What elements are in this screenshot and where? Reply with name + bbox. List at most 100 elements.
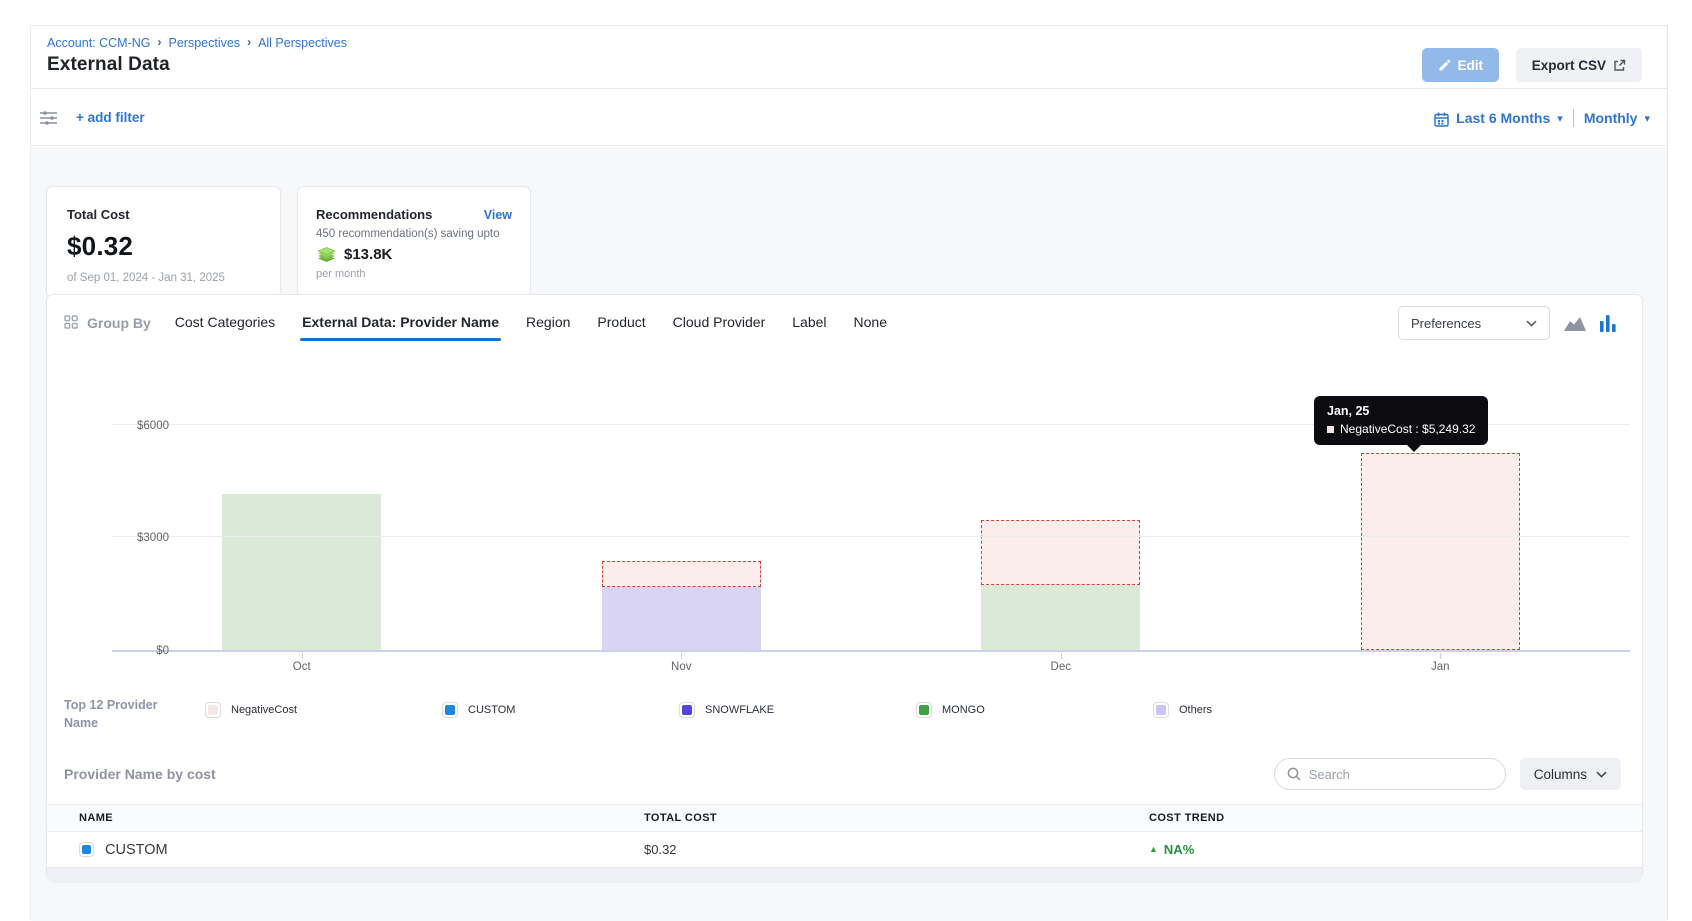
column-header-name: NAME <box>79 812 644 824</box>
legend-swatch-icon <box>205 702 221 718</box>
chart-slot-dec <box>871 381 1251 650</box>
y-axis-tick-label: $3000 <box>124 532 169 544</box>
tooltip-series-bullet-icon <box>1327 426 1334 433</box>
legend-items: NegativeCost CUSTOM SNOWFLAKE MONGO Others <box>182 702 1390 718</box>
caret-down-icon: ▾ <box>1644 112 1650 125</box>
tab-external-data-provider-name[interactable]: External Data: Provider Name <box>302 314 499 332</box>
bar-segment-mongo[interactable] <box>981 585 1140 650</box>
column-header-cost-trend: COST TREND <box>1149 812 1642 824</box>
tooltip-title: Jan, 25 <box>1327 404 1475 418</box>
legend-item-mongo[interactable]: MONGO <box>916 702 1153 718</box>
chart-legend: Top 12 Provider Name NegativeCost CUSTOM S… <box>47 684 1642 732</box>
legend-swatch-icon <box>679 702 695 718</box>
breadcrumb-separator-icon: › <box>158 35 162 49</box>
preferences-dropdown[interactable]: Preferences <box>1398 306 1550 340</box>
tab-region[interactable]: Region <box>526 314 570 332</box>
legend-item-custom[interactable]: CUSTOM <box>442 702 679 718</box>
row-total-cost-cell: $0.32 <box>644 842 1149 857</box>
bar-oct <box>222 494 381 650</box>
chevron-down-icon <box>1596 771 1607 778</box>
calendar-icon <box>1434 112 1449 127</box>
chart-x-axis: OctNovDecJan <box>112 654 1630 673</box>
x-axis-label-dec: Dec <box>871 654 1251 673</box>
bar-segment-negativecost[interactable] <box>981 520 1140 585</box>
legend-swatch-icon <box>1153 702 1169 718</box>
legend-label: MONGO <box>942 704 985 716</box>
trend-up-icon: ▲ <box>1149 844 1158 854</box>
total-cost-card: Total Cost $0.32 of Sep 01, 2024 - Jan 3… <box>46 186 281 298</box>
tab-label[interactable]: Label <box>792 314 826 332</box>
add-filter-button[interactable]: + add filter <box>76 110 145 125</box>
external-link-icon <box>1613 59 1626 72</box>
caret-down-icon: ▾ <box>1557 112 1563 125</box>
total-cost-title: Total Cost <box>67 207 260 222</box>
recommendations-view-link[interactable]: View <box>484 208 512 222</box>
breadcrumb-perspectives[interactable]: Perspectives <box>169 36 241 50</box>
group-by-tabs: Cost Categories External Data: Provider N… <box>175 314 887 332</box>
table-title: Provider Name by cost <box>64 766 216 782</box>
y-axis-tick-label: $6000 <box>124 420 169 432</box>
bar-dec <box>981 520 1140 650</box>
bar-segment-mongo[interactable] <box>222 494 381 650</box>
bar-jan <box>1361 453 1520 650</box>
legend-swatch-icon <box>442 702 458 718</box>
export-csv-button[interactable]: Export CSV <box>1516 48 1642 82</box>
legend-title: Top 12 Provider Name <box>64 696 182 732</box>
tab-none[interactable]: None <box>854 314 887 332</box>
row-swatch-icon <box>79 842 94 857</box>
table-search <box>1274 758 1506 790</box>
page-title: External Data <box>47 54 170 76</box>
gridline <box>112 536 1630 537</box>
legend-item-negativecost[interactable]: NegativeCost <box>205 702 442 718</box>
recommendations-card: Recommendations View 450 recommendation(… <box>297 186 531 298</box>
table-next-row-partial <box>47 867 1642 883</box>
bar-segment-negativecost[interactable] <box>602 561 761 587</box>
group-by-row: Group By Cost Categories External Data: P… <box>47 295 1642 351</box>
date-range-dropdown[interactable]: Last 6 Months ▾ <box>1434 110 1567 126</box>
x-axis-label-nov: Nov <box>492 654 872 673</box>
breadcrumb: Account: CCM-NG › Perspectives › All Per… <box>47 36 347 50</box>
search-icon <box>1287 767 1301 781</box>
tab-product[interactable]: Product <box>597 314 645 332</box>
bar-segment-others[interactable] <box>602 587 761 650</box>
legend-item-snowflake[interactable]: SNOWFLAKE <box>679 702 916 718</box>
bar-segment-negativecost[interactable] <box>1361 453 1520 650</box>
legend-label: SNOWFLAKE <box>705 704 774 716</box>
column-header-total-cost: TOTAL COST <box>644 812 1149 824</box>
bar-nov <box>602 561 761 650</box>
columns-button[interactable]: Columns <box>1520 758 1621 790</box>
edit-button[interactable]: Edit <box>1422 48 1500 82</box>
legend-label: Others <box>1179 704 1212 716</box>
breadcrumb-all-perspectives[interactable]: All Perspectives <box>258 36 347 50</box>
tab-cloud-provider[interactable]: Cloud Provider <box>673 314 766 332</box>
recommendations-subtitle: 450 recommendation(s) saving upto <box>316 228 512 240</box>
page-header: Account: CCM-NG › Perspectives › All Per… <box>31 26 1667 88</box>
table-row-custom[interactable]: CUSTOM$0.32▲NA% <box>47 832 1642 867</box>
legend-item-others[interactable]: Others <box>1153 702 1390 718</box>
group-by-label: Group By <box>87 315 151 331</box>
search-input[interactable] <box>1309 767 1493 782</box>
bar-chart-toggle-icon[interactable] <box>1600 315 1616 332</box>
date-controls: Last 6 Months ▾ Monthly ▾ <box>1434 109 1654 127</box>
breadcrumb-separator-icon: › <box>247 35 251 49</box>
filter-bar: + add filter Last 6 Months ▾ Monthly ▾ <box>31 88 1667 146</box>
breadcrumb-account[interactable]: Account: CCM-NG <box>47 36 151 50</box>
area-chart-toggle-icon[interactable] <box>1563 315 1587 332</box>
row-cost-trend-cell: ▲NA% <box>1149 842 1642 857</box>
total-cost-value: $0.32 <box>67 231 260 262</box>
app-frame: Account: CCM-NG › Perspectives › All Per… <box>30 25 1668 920</box>
chevron-down-icon <box>1526 320 1537 327</box>
chart-tooltip: Jan, 25 NegativeCost : $5,249.32 <box>1314 396 1488 445</box>
table-header-row: NAMETOTAL COSTCOST TREND <box>47 804 1642 832</box>
tab-cost-categories[interactable]: Cost Categories <box>175 314 275 332</box>
recommendations-title: Recommendations <box>316 207 432 222</box>
granularity-dropdown[interactable]: Monthly ▾ <box>1584 110 1654 126</box>
filter-settings-icon[interactable] <box>40 110 57 130</box>
grid-icon <box>64 315 78 334</box>
divider <box>1573 109 1574 127</box>
total-cost-period: of Sep 01, 2024 - Jan 31, 2025 <box>67 272 260 284</box>
chart-slot-nov <box>492 381 872 650</box>
row-name-cell: CUSTOM <box>79 842 644 858</box>
legend-label: CUSTOM <box>468 704 515 716</box>
recommendations-savings: $13.8K <box>344 246 392 263</box>
